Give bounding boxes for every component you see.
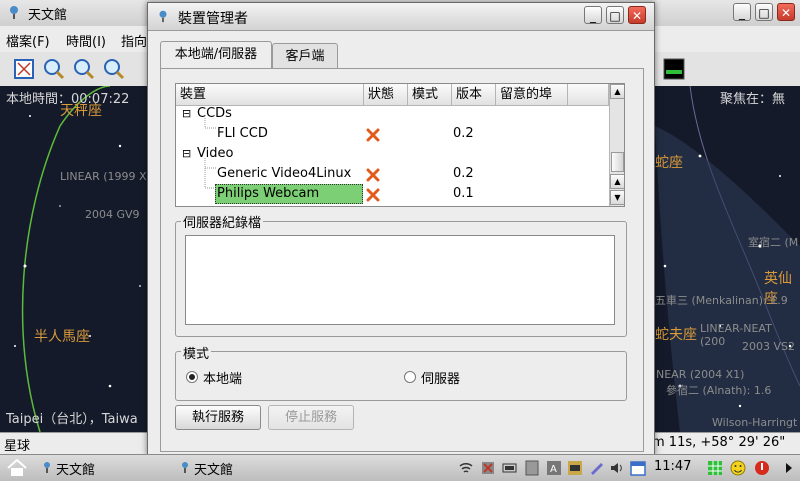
- sky-label: 2003 VS2: [742, 340, 795, 353]
- device-manager-dialog: 裝置管理者 _ □ ✕ 本地端/伺服器 客戶端 裝置 狀態 模式 版本 留意的埠…: [147, 2, 655, 456]
- zoom-out-icon[interactable]: [73, 58, 95, 80]
- device-generic-video4linux[interactable]: Generic Video4Linux: [217, 166, 351, 181]
- coordinate-readout: m 11s, +58° 29' 26": [652, 435, 786, 450]
- sky-label: 2004 GV9: [85, 208, 140, 221]
- taskbar: 天文館 天文館 A 11:47: [0, 454, 800, 481]
- menu-pointing[interactable]: 指向: [121, 31, 147, 50]
- server-log-label: 伺服器紀錄檔: [181, 212, 264, 231]
- storage-icon[interactable]: [524, 460, 540, 476]
- focus-label: 聚焦在：無: [720, 92, 786, 107]
- smiley-icon[interactable]: [730, 460, 746, 476]
- power-icon[interactable]: [754, 460, 770, 476]
- minimize-button[interactable]: _: [733, 3, 751, 21]
- sky-label: 室宿二 (M: [748, 236, 799, 249]
- sky-label: LINEAR (1999 X: [60, 170, 147, 183]
- calendar-icon[interactable]: [630, 460, 646, 476]
- status-offline-icon: [366, 188, 380, 202]
- collapse-toggle-icon[interactable]: ⊟: [182, 107, 191, 120]
- main-window-title: 天文館: [28, 8, 68, 23]
- sky-label: 半人馬座: [34, 329, 90, 345]
- device-version: 0.1: [453, 186, 474, 201]
- planetarium-app-icon: [44, 462, 50, 473]
- volume-icon[interactable]: [609, 460, 625, 476]
- server-log-textarea[interactable]: [185, 235, 615, 325]
- grid-icon[interactable]: [707, 460, 723, 476]
- sky-label: 蛇夫座: [655, 327, 697, 343]
- mode-server-label[interactable]: 伺服器: [421, 368, 460, 387]
- column-header-device[interactable]: 裝置: [176, 84, 364, 106]
- fullscreen-icon[interactable]: [13, 58, 35, 80]
- tree-group-ccds[interactable]: CCDs: [197, 106, 232, 121]
- sky-label: Wilson-Harringt: [712, 416, 798, 429]
- device-version: 0.2: [453, 166, 474, 181]
- run-service-button[interactable]: 執行服務: [175, 405, 261, 430]
- sky-label: 五車三 (Menkalinan): 1.9: [655, 294, 788, 307]
- status-text: 星球: [4, 439, 31, 454]
- planetarium-app-icon: [159, 10, 167, 23]
- card-icon[interactable]: [480, 460, 496, 476]
- menu-time[interactable]: 時間(I): [66, 31, 106, 50]
- sky-label: NEAR (2004 X1): [656, 368, 745, 381]
- scroll-down-arrow-icon[interactable]: ▼: [610, 190, 624, 205]
- device-fli-ccd[interactable]: FLI CCD: [217, 126, 268, 141]
- network-icon[interactable]: [458, 460, 474, 476]
- column-header-status[interactable]: 狀態: [364, 84, 408, 106]
- scroll-up-arrow-icon[interactable]: ▲: [610, 174, 624, 189]
- close-button[interactable]: ✕: [777, 3, 795, 21]
- battery-icon[interactable]: [502, 460, 518, 476]
- taskbar-clock[interactable]: 11:47: [654, 459, 691, 474]
- mode-group: [175, 351, 627, 401]
- taskbar-item-planetarium[interactable]: 天文館: [56, 459, 95, 478]
- column-header-version[interactable]: 版本: [452, 84, 496, 106]
- mode-server-radio[interactable]: [404, 371, 416, 383]
- zoom-in-icon[interactable]: [43, 58, 65, 80]
- tree-scrollbar[interactable]: ▲ ▲ ▼: [609, 84, 624, 206]
- keyboard-layout-icon[interactable]: A: [546, 460, 562, 476]
- menu-file[interactable]: 檔案(F): [6, 31, 50, 50]
- device-philips-webcam[interactable]: Philips Webcam: [217, 186, 319, 201]
- location-label: Taipei（台北），Taiwa: [6, 412, 138, 427]
- svg-text:A: A: [550, 464, 557, 475]
- dialog-maximize-button[interactable]: □: [606, 6, 624, 24]
- tab-local-server[interactable]: 本地端/伺服器: [160, 41, 272, 69]
- tab-client[interactable]: 客戶端: [272, 43, 338, 69]
- collapse-toggle-icon[interactable]: ⊟: [182, 147, 191, 160]
- home-icon[interactable]: [6, 459, 28, 477]
- dialog-close-button[interactable]: ✕: [628, 6, 646, 24]
- scroll-thumb[interactable]: [611, 152, 624, 172]
- display-toggle-icon[interactable]: [663, 58, 685, 80]
- planetarium-app-icon: [182, 462, 188, 473]
- mode-local-label[interactable]: 本地端: [203, 368, 242, 387]
- dialog-title: 裝置管理者: [178, 11, 248, 27]
- tree-group-video[interactable]: Video: [197, 146, 233, 161]
- scroll-up-arrow-icon[interactable]: ▲: [610, 84, 624, 99]
- sky-label: 蛇座: [655, 155, 683, 171]
- status-offline-icon: [366, 128, 380, 142]
- sky-label: 參宿二 (Alnath): 1.6: [666, 384, 772, 397]
- mode-label: 模式: [181, 343, 212, 362]
- column-header-mode[interactable]: 模式: [408, 84, 452, 106]
- stop-service-button[interactable]: 停止服務: [268, 405, 354, 430]
- column-header-port[interactable]: 留意的埠: [496, 84, 568, 106]
- dialog-titlebar: 裝置管理者 _ □ ✕: [148, 3, 654, 31]
- status-offline-icon: [366, 168, 380, 182]
- taskbar-item-planetarium[interactable]: 天文館: [194, 459, 233, 478]
- device-tree[interactable]: 裝置 狀態 模式 版本 留意的埠 ⊟ CCDs FLI CCD 0.2 ⊟ Vi…: [175, 83, 625, 207]
- dialog-minimize-button[interactable]: _: [584, 6, 602, 24]
- device-version: 0.2: [453, 126, 474, 141]
- mode-local-radio[interactable]: [186, 371, 198, 383]
- edit-icon[interactable]: [588, 460, 604, 476]
- zoom-default-icon[interactable]: [103, 58, 125, 80]
- sky-label: 天秤座: [60, 103, 102, 119]
- maximize-button[interactable]: □: [755, 3, 773, 21]
- planetarium-app-icon: [10, 6, 18, 19]
- column-header-filler: [568, 84, 609, 106]
- input-method-icon[interactable]: [567, 460, 583, 476]
- arrow-right-icon[interactable]: [781, 460, 797, 476]
